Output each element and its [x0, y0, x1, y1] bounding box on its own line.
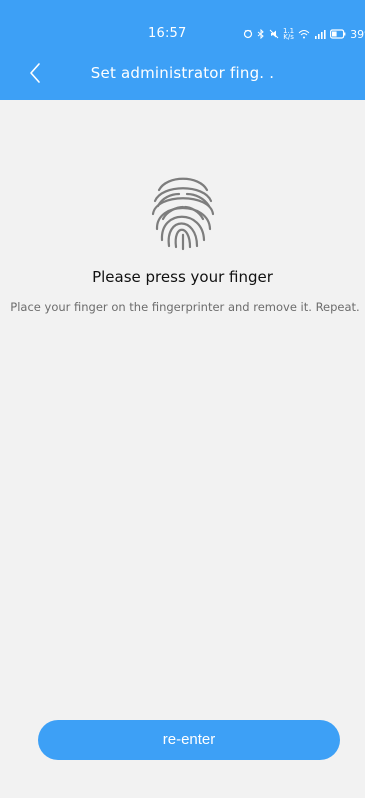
status-icons: 1.1 K/s 39: [243, 27, 365, 41]
page-title: Set administrator fing. .: [90, 64, 275, 82]
status-bar: 16:57 1.1 K/s 39: [0, 0, 365, 50]
main-content: Please press your finger Place your fing…: [0, 100, 365, 798]
network-speed: 1.1 K/s: [283, 27, 295, 41]
battery-icon: [330, 29, 346, 39]
battery-percent: 39%: [350, 27, 365, 41]
instruction-text: Place your finger on the fingerprinter a…: [10, 300, 360, 314]
mute-icon: [269, 29, 279, 39]
reenter-button[interactable]: re-enter: [38, 720, 340, 760]
nav-bar: Set administrator fing. .: [0, 54, 365, 96]
wifi-icon: [298, 29, 310, 39]
fingerprint-icon: [151, 177, 215, 251]
alarm-icon: [243, 29, 253, 39]
signal-icon: [314, 29, 326, 39]
bluetooth-icon: [257, 29, 265, 39]
fingerprint-setup-screen: 16:57 1.1 K/s 39 Set administrator fing.…: [0, 0, 365, 798]
app-header: 16:57 1.1 K/s 39 Set administrator fing.…: [0, 0, 365, 100]
status-time: 16:57: [148, 26, 187, 41]
instruction-headline: Please press your finger: [92, 268, 273, 286]
